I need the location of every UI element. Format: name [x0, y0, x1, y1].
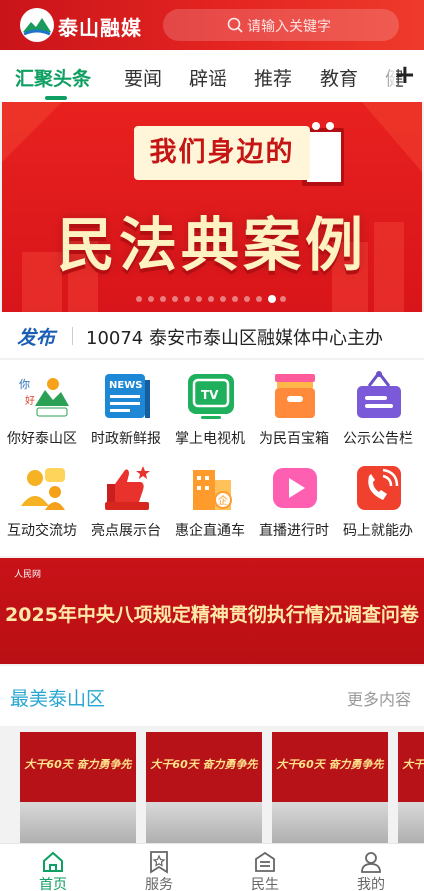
banner-subtitle: 我们身边的: [134, 126, 310, 180]
search-input[interactable]: 请输入关键字: [163, 9, 399, 41]
grid-label: 直播进行时: [259, 523, 329, 539]
grid-label: 为民百宝箱: [259, 431, 329, 447]
nav-label: 我的: [357, 877, 385, 891]
announcement-text: 10074 泰安市泰山区融媒体中心主办: [86, 328, 383, 349]
pagination-dot[interactable]: [220, 296, 226, 302]
thumbs-up-icon: [105, 466, 150, 510]
survey-title: 2025年中央八项规定精神贯彻执行情况调查问卷: [5, 604, 419, 626]
app-logo-icon: [20, 8, 54, 42]
card-caption: 大干60天 奋力勇争先: [276, 758, 384, 771]
tab-fade: [376, 50, 396, 102]
section-title: 最美泰山区: [10, 688, 106, 710]
tab-active-indicator: [45, 96, 67, 100]
pagination-dot[interactable]: [172, 296, 178, 302]
nav-label: 服务: [145, 877, 173, 891]
card-caption: 大干60天 奋力勇争先: [150, 758, 258, 771]
video-card[interactable]: 大干60天 奋力勇争先: [272, 732, 388, 844]
card-caption: 大干60天 奋力勇争先: [24, 758, 132, 771]
card-caption: 大干60天 奋力勇争先: [402, 758, 424, 771]
svg-text:NEWS: NEWS: [109, 380, 142, 391]
svg-text:TV: TV: [201, 388, 219, 402]
pagination-dot[interactable]: [268, 295, 276, 303]
app-name: 泰山融媒: [58, 16, 142, 40]
profile-icon: [361, 852, 381, 873]
video-card[interactable]: 大干60天 奋力勇争先: [20, 732, 136, 844]
grid-label: 码上就能办: [343, 523, 413, 539]
svg-text:好: 好: [25, 395, 35, 407]
nav-label: 首页: [39, 877, 67, 891]
grid-label: 时政新鲜报: [91, 431, 161, 447]
treasure-box-icon: [275, 374, 315, 418]
live-play-icon: [273, 468, 317, 508]
pagination-dot[interactable]: [148, 296, 154, 302]
nav-service[interactable]: 服务: [106, 844, 212, 891]
pagination-dot[interactable]: [256, 296, 262, 302]
app-screen: 泰山融媒 请输入关键字 汇聚头条 要闻 辟谣 推荐 教育 健 +: [0, 0, 424, 891]
grid-label: 掌上电视机: [175, 431, 245, 447]
video-card[interactable]: 大干60天 奋力勇争先: [398, 732, 424, 844]
pagination-dot[interactable]: [160, 296, 166, 302]
tab-education[interactable]: 教育: [320, 64, 358, 91]
grid-label: 互动交流坊: [7, 523, 77, 539]
nav-livelihood[interactable]: 民生: [212, 844, 318, 891]
chat-people-icon: [21, 468, 65, 510]
search-icon: [227, 17, 243, 33]
header-bar: 泰山融媒 请输入关键字: [0, 0, 424, 50]
survey-banner[interactable]: 人民网 2025年中央八项规定精神贯彻执行情况调查问卷: [0, 558, 424, 664]
banner-title: 民法典案例: [56, 211, 367, 279]
bottom-navigation: 首页 服务 民生 我的: [0, 843, 424, 891]
grid-label: 你好泰山区: [7, 431, 77, 447]
pagination-dot[interactable]: [280, 296, 286, 302]
hero-banner[interactable]: 我们身边的 民法典案例: [2, 102, 422, 312]
video-cards: 大干60天 奋力勇争先 大干60天 奋力勇争先 大干60天 奋力勇争先 大干60…: [0, 726, 424, 844]
nav-label: 民生: [251, 877, 279, 891]
announcement-bar[interactable]: 发布 10074 泰安市泰山区融媒体中心主办: [0, 312, 424, 358]
pagination-dot[interactable]: [208, 296, 214, 302]
nav-home[interactable]: 首页: [0, 844, 106, 891]
building-icon: 企: [193, 470, 232, 510]
pagination-dot[interactable]: [196, 296, 202, 302]
svg-text:你: 你: [19, 378, 30, 391]
grid-label: 惠企直通车: [175, 523, 245, 539]
service-star-icon: [150, 851, 168, 874]
home-icon: [43, 851, 63, 872]
divider: [72, 327, 73, 345]
card-photo: [398, 802, 424, 844]
news-icon: NEWS: [105, 374, 150, 418]
livelihood-icon: [255, 851, 275, 872]
pagination-dot[interactable]: [184, 296, 190, 302]
campaign-logo: 人民网: [14, 570, 42, 580]
pagination-dot[interactable]: [136, 296, 142, 302]
card-photo: [146, 802, 262, 844]
grid-label: 公示公告栏: [343, 431, 413, 447]
nav-profile[interactable]: 我的: [318, 844, 424, 891]
channel-tabs: 汇聚头条 要闻 辟谣 推荐 教育 健 +: [0, 50, 424, 102]
add-channel-button[interactable]: +: [394, 62, 416, 88]
section-header: 最美泰山区 更多内容: [0, 666, 424, 726]
tab-news[interactable]: 要闻: [124, 64, 162, 91]
tv-icon: TV: [188, 374, 234, 419]
grid-label: 亮点展示台: [91, 523, 161, 539]
notice-board-icon: [357, 371, 401, 418]
phone-call-icon: [357, 466, 401, 510]
more-content-link[interactable]: 更多内容: [347, 686, 411, 710]
card-photo: [272, 802, 388, 844]
tab-rumor[interactable]: 辟谣: [189, 64, 227, 91]
svg-text:企: 企: [218, 494, 228, 507]
announcement-tag: 发布: [17, 327, 56, 349]
pagination-dot[interactable]: [244, 296, 250, 302]
pagination-dot[interactable]: [232, 296, 238, 302]
card-photo: [20, 802, 136, 844]
search-placeholder: 请输入关键字: [247, 19, 331, 35]
video-card[interactable]: 大干60天 奋力勇争先: [146, 732, 262, 844]
hello-taishan-icon: 你 好: [19, 378, 69, 417]
feature-grid: 你 好 你好泰山区 NEWS 时政新鲜报 TV 掌上电视机 为民百宝箱 公示公告…: [0, 360, 424, 556]
tab-recommend[interactable]: 推荐: [254, 64, 292, 91]
tab-headlines[interactable]: 汇聚头条: [15, 64, 91, 91]
